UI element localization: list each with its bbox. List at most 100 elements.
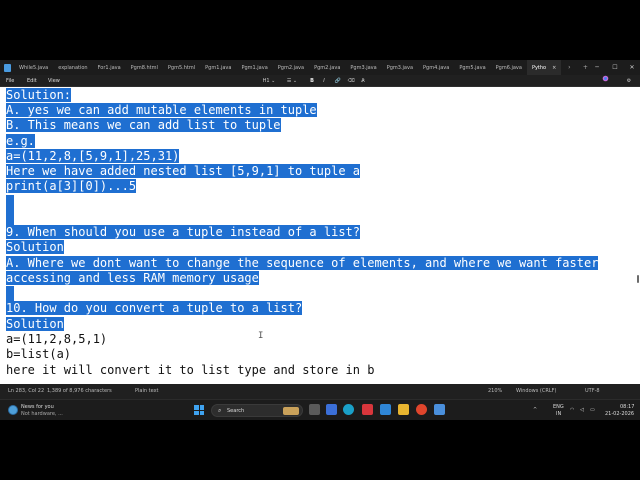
tab-4[interactable]: Pgm5.html bbox=[163, 60, 200, 75]
tab-5[interactable]: Pgm1.java bbox=[200, 60, 236, 75]
tab-13[interactable]: Pgm6.java bbox=[491, 60, 527, 75]
document-line: accessing and less RAM memory usage bbox=[6, 271, 259, 285]
tab-7[interactable]: Pgm2.java bbox=[273, 60, 309, 75]
tab-label: Pgm5.html bbox=[167, 64, 196, 71]
tab-0[interactable]: While5.java bbox=[14, 60, 53, 75]
status-bar: Ln 283, Col 22 1,389 of 8,976 characters… bbox=[0, 384, 640, 399]
news-icon[interactable] bbox=[8, 405, 18, 415]
tab-8[interactable]: Pgm2.java bbox=[309, 60, 345, 75]
tab-3[interactable]: Pgm8.html bbox=[126, 60, 163, 75]
tab-label: Pgm8.html bbox=[130, 64, 158, 71]
document-line: print(a[3][0])...5 bbox=[6, 179, 137, 193]
tab-label: Pgm2.java bbox=[277, 64, 305, 71]
cursor-position: Ln 283, Col 22 bbox=[8, 388, 45, 394]
document-line: a=(11,2,8,5,1) bbox=[6, 332, 108, 346]
tab-label: explanation bbox=[58, 64, 88, 71]
tab-6[interactable]: Pgm1.java bbox=[236, 60, 272, 75]
search-box[interactable]: ⌕ Search bbox=[211, 404, 303, 417]
tab-strip: While5.java explanation For1.java Pgm8.h… bbox=[0, 60, 640, 75]
minimize-icon[interactable]: ─ bbox=[590, 60, 604, 75]
text-editor[interactable]: Solution: A. yes we can add mutable elem… bbox=[0, 87, 640, 384]
tab-close-icon[interactable]: × bbox=[552, 65, 556, 71]
news-title[interactable]: News for you bbox=[21, 404, 54, 410]
tab-label: Pgm1.java bbox=[205, 64, 232, 71]
chrome-icon[interactable] bbox=[416, 404, 427, 415]
tab-12[interactable]: Pgm5.java bbox=[454, 60, 490, 75]
vertical-scrollbar[interactable] bbox=[637, 275, 639, 283]
settings-icon[interactable]: ⚙ bbox=[624, 75, 634, 87]
document-line: e.g. bbox=[6, 134, 35, 148]
start-icon[interactable] bbox=[194, 405, 204, 415]
heading-dropdown[interactable]: H1 ⌄ bbox=[262, 75, 276, 87]
top-letterbox bbox=[0, 0, 640, 60]
character-count: 1,389 of 8,976 characters bbox=[47, 388, 112, 394]
document-line: 10. How do you convert a tuple to a list… bbox=[6, 301, 303, 315]
clock-date[interactable]: 21-02-2026 bbox=[605, 411, 634, 417]
ibeam-cursor-icon: I bbox=[258, 331, 264, 341]
news-subtitle[interactable]: Not hardware, ... bbox=[21, 411, 63, 417]
tab-label: Pgm3.java bbox=[350, 64, 377, 71]
tab-active[interactable]: Pytho × bbox=[526, 60, 562, 75]
line-ending[interactable]: Windows (CRLF) bbox=[516, 384, 556, 399]
list-dropdown[interactable]: ☰ ⌄ bbox=[285, 75, 299, 87]
document-line: Solution bbox=[6, 240, 64, 254]
edge-icon[interactable] bbox=[343, 404, 354, 415]
format-label[interactable]: Plain text bbox=[135, 384, 158, 399]
menu-bar: File Edit View H1 ⌄ ☰ ⌄ B I 🔗 ⌫ A̷ ⚙ bbox=[0, 75, 640, 87]
italic-button[interactable]: I bbox=[320, 75, 328, 87]
search-icon: ⌕ bbox=[218, 407, 222, 414]
bottom-letterbox bbox=[0, 420, 640, 480]
menu-file[interactable]: File bbox=[6, 75, 14, 87]
tab-label: Pytho bbox=[531, 64, 547, 71]
document-line: 9. When should you use a tuple instead o… bbox=[6, 225, 361, 239]
mail-icon[interactable] bbox=[380, 404, 391, 415]
document-line: Solution bbox=[6, 317, 64, 331]
tab-10[interactable]: Pgm3.java bbox=[382, 60, 418, 75]
tab-label: For1.java bbox=[97, 64, 121, 71]
notepad-icon[interactable] bbox=[434, 404, 445, 415]
language-bottom[interactable]: IN bbox=[556, 411, 561, 417]
teams-icon[interactable] bbox=[326, 404, 337, 415]
link-icon[interactable]: 🔗 bbox=[333, 75, 343, 87]
tray-arrow-icon[interactable]: ^ bbox=[533, 407, 537, 413]
document-line: A. Where we dont want to change the sequ… bbox=[6, 256, 599, 270]
document-line: b=list(a) bbox=[6, 347, 72, 361]
volume-icon[interactable]: ◁ bbox=[580, 407, 584, 413]
tab-9[interactable]: Pgm3.java bbox=[345, 60, 381, 75]
file-explorer-icon[interactable] bbox=[398, 404, 409, 415]
tab-label: Pgm2.java bbox=[314, 64, 341, 71]
document-line: here it will convert it to list type and… bbox=[6, 363, 375, 377]
selected-blank-line bbox=[6, 210, 14, 225]
search-highlight-image bbox=[283, 407, 299, 415]
battery-icon[interactable]: ▭ bbox=[590, 407, 595, 413]
document-line: B. This means we can add list to tuple bbox=[6, 118, 281, 132]
tab-11[interactable]: Pgm4.java bbox=[418, 60, 454, 75]
encoding[interactable]: UTF-8 bbox=[585, 384, 600, 399]
tabs-scroll-right-icon[interactable]: › bbox=[561, 60, 577, 75]
menu-edit[interactable]: Edit bbox=[27, 75, 37, 87]
zoom-level[interactable]: 210% bbox=[488, 384, 502, 399]
tab-label: Pgm1.java bbox=[241, 64, 268, 71]
tab-label: Pgm5.java bbox=[459, 64, 486, 71]
wifi-icon[interactable]: ◠ bbox=[570, 407, 574, 413]
tab-label: Pgm4.java bbox=[423, 64, 450, 71]
menu-view[interactable]: View bbox=[48, 75, 60, 87]
language-top[interactable]: ENG bbox=[553, 404, 564, 410]
document-line: a=(11,2,8,[5,9,1],25,31) bbox=[6, 149, 180, 163]
document-line: Here we have added nested list [5,9,1] t… bbox=[6, 164, 361, 178]
tab-1[interactable]: explanation bbox=[53, 60, 92, 75]
maximize-icon[interactable]: ☐ bbox=[608, 60, 622, 75]
close-window-icon[interactable]: ✕ bbox=[625, 60, 639, 75]
clear-formatting-icon[interactable]: A̷ bbox=[358, 75, 368, 87]
taskbar: News for you Not hardware, ... ⌕ Search … bbox=[0, 399, 640, 420]
bold-button[interactable]: B bbox=[308, 75, 316, 87]
notepad-app-icon bbox=[0, 60, 14, 75]
tab-2[interactable]: For1.java bbox=[93, 60, 126, 75]
copilot-icon[interactable] bbox=[600, 75, 610, 87]
task-view-icon[interactable] bbox=[309, 404, 320, 415]
tab-label: Pgm6.java bbox=[495, 64, 522, 71]
clock-time[interactable]: 08:17 bbox=[620, 404, 634, 410]
search-label: Search bbox=[227, 408, 245, 414]
app-red-icon[interactable] bbox=[362, 404, 373, 415]
strikethrough-icon[interactable]: ⌫ bbox=[346, 75, 356, 87]
